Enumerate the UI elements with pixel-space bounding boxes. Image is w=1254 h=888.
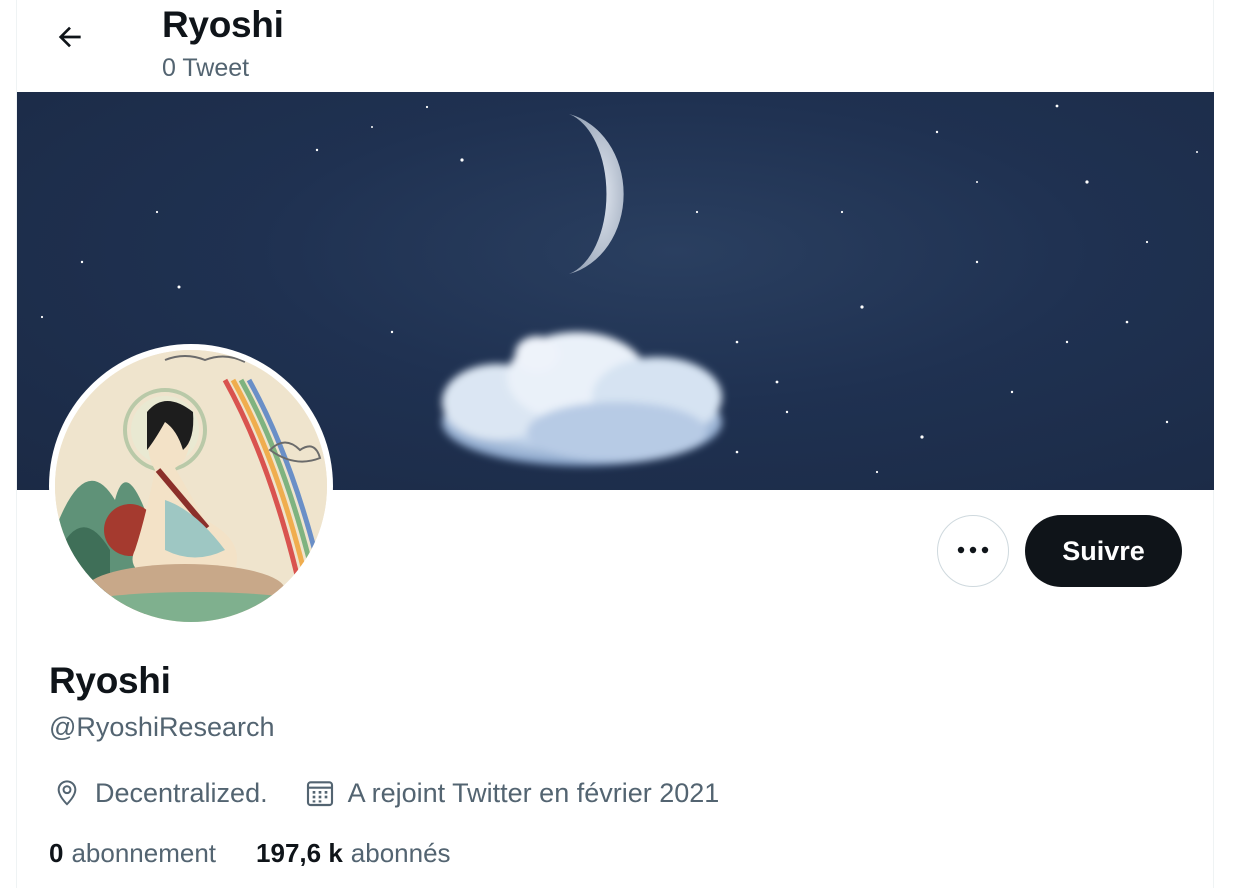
avatar-image <box>55 350 327 622</box>
location-item: Decentralized. <box>49 775 268 811</box>
followers-label: abonnés <box>350 838 451 868</box>
follow-button[interactable]: Suivre <box>1025 515 1182 587</box>
followers-link[interactable]: 197,6 k abonnés <box>256 838 451 869</box>
user-handle: @RyoshiResearch <box>49 712 275 742</box>
follow-stats: 0 abonnement 197,6 k abonnés <box>49 838 491 869</box>
following-link[interactable]: 0 abonnement <box>49 838 216 869</box>
following-count: 0 <box>49 838 64 868</box>
profile-header: Ryoshi 0 Tweet <box>17 0 1213 92</box>
following-label: abonnement <box>71 838 217 868</box>
calendar-icon <box>302 775 338 811</box>
joined-text: A rejoint Twitter en février 2021 <box>347 777 720 808</box>
back-button[interactable] <box>47 16 93 62</box>
joined-item: A rejoint Twitter en février 2021 <box>302 775 720 811</box>
tweet-count: 0 Tweet <box>162 54 250 82</box>
moon-shape <box>569 114 624 274</box>
location-pin-icon <box>49 775 85 811</box>
location-text: Decentralized. <box>95 777 268 808</box>
ellipsis-icon <box>956 542 990 560</box>
profile-meta: Decentralized. A rejoint Twitter en févr… <box>49 772 753 814</box>
display-name: Ryoshi <box>49 660 171 701</box>
more-options-button[interactable] <box>937 515 1009 587</box>
followers-count: 197,6 k <box>256 838 343 868</box>
profile-column: Ryoshi 0 Tweet Suivre Ryoshi @RyoshiRese… <box>16 0 1214 888</box>
arrow-left-icon <box>54 21 86 58</box>
header-title: Ryoshi <box>162 4 284 45</box>
cloud-shape <box>442 332 722 466</box>
avatar[interactable] <box>49 344 333 628</box>
